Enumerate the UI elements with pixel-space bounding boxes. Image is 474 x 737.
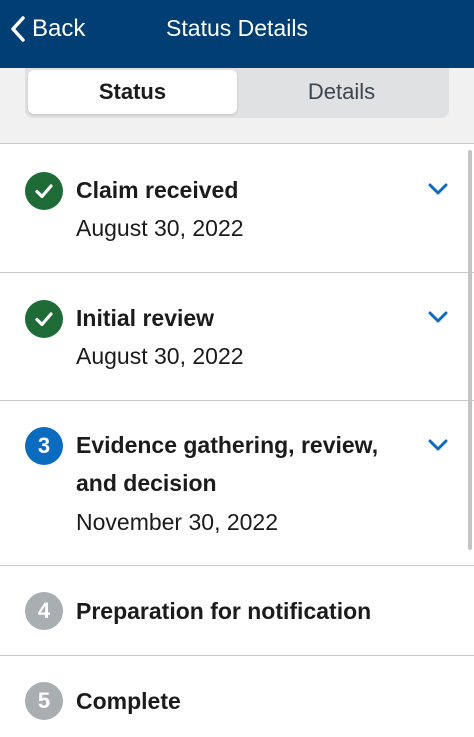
check-icon	[35, 312, 53, 327]
step-date: August 30, 2022	[76, 215, 244, 241]
step-complete-icon	[25, 300, 63, 338]
step-title: Preparation for notification	[76, 598, 372, 624]
tab-status[interactable]: Status	[28, 70, 237, 114]
status-step-list: Claim received August 30, 2022 Initial r…	[0, 145, 474, 737]
step-title: Initial review	[76, 305, 215, 331]
step-initial-review[interactable]: Initial review August 30, 2022	[0, 273, 474, 401]
chevron-down-icon[interactable]	[426, 433, 450, 457]
check-icon	[35, 184, 53, 199]
page-title-text: Status Details	[166, 15, 308, 41]
step-title-line-1: Evidence gathering, review,	[76, 432, 379, 458]
segmented-control: Status Details	[25, 68, 449, 118]
tab-details[interactable]: Details	[237, 70, 446, 114]
step-number-badge: 5	[25, 682, 63, 720]
step-number-badge: 3	[25, 427, 63, 465]
step-date: November 30, 2022	[76, 509, 279, 535]
step-number-badge: 4	[25, 592, 63, 630]
app-header: Back Status Details	[0, 0, 474, 68]
step-title: Claim received	[76, 177, 239, 203]
step-title-line-2: and decision	[76, 470, 217, 496]
step-title: Complete	[76, 688, 181, 714]
tabs-area: Status Details	[0, 68, 474, 144]
step-complete-icon	[25, 172, 63, 210]
chevron-down-icon[interactable]	[426, 305, 450, 329]
step-complete: 5 Complete	[0, 656, 474, 737]
step-evidence-gathering[interactable]: 3 Evidence gathering, review, and decisi…	[0, 401, 474, 566]
page-title: Status Details	[0, 15, 474, 42]
step-date: August 30, 2022	[76, 343, 244, 369]
chevron-down-icon[interactable]	[426, 177, 450, 201]
step-claim-received[interactable]: Claim received August 30, 2022	[0, 145, 474, 273]
step-preparation-for-notification: 4 Preparation for notification	[0, 566, 474, 656]
scrollbar[interactable]	[468, 150, 472, 550]
